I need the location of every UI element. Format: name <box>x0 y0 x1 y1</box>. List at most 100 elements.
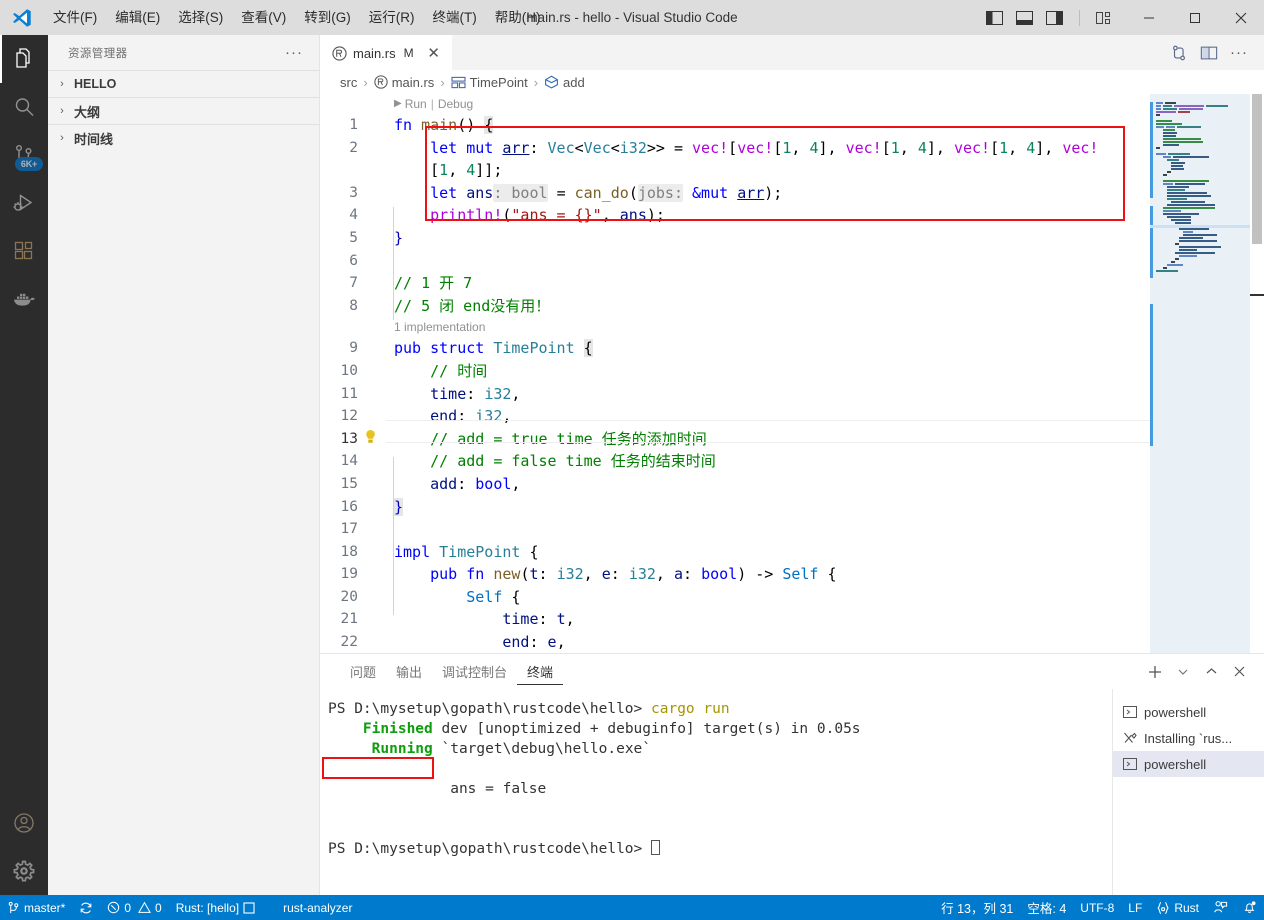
terminal-list-item-installing[interactable]: Installing `rus... <box>1113 725 1264 751</box>
codelens-debug-label[interactable]: Debug <box>438 94 473 115</box>
menu-terminal[interactable]: 终端(T) <box>424 5 486 31</box>
minimize-button[interactable] <box>1126 0 1172 35</box>
split-editor-icon[interactable] <box>1196 40 1222 66</box>
bell-dot-icon <box>1242 900 1257 915</box>
terminal-running-detail: `target\debug\hello.exe` <box>432 741 652 757</box>
line-number: 21 <box>340 611 358 628</box>
menu-help[interactable]: 帮助(H) <box>486 5 550 31</box>
toggle-panel-icon[interactable] <box>1013 9 1035 27</box>
editor-scrollbar[interactable] <box>1250 94 1264 653</box>
status-encoding[interactable]: UTF-8 <box>1073 895 1121 920</box>
menu-view[interactable]: 查看(V) <box>232 5 295 31</box>
code-line-15: 15 add: bool, <box>320 473 1264 496</box>
rust-file-icon <box>374 75 388 89</box>
terminal-line-prompt2: PS D:\mysetup\gopath\rustcode\hello> <box>328 839 1112 859</box>
activity-docker[interactable] <box>0 275 48 323</box>
status-bar: master* 0 0 Rust: [hello] rust-analyzer … <box>0 895 1264 920</box>
side-bar-more-icon[interactable]: ··· <box>277 44 311 61</box>
close-icon[interactable]: ✕ <box>426 44 442 62</box>
status-cursor-position[interactable]: 行 13，列 31 <box>934 895 1020 920</box>
status-sync[interactable] <box>72 895 100 920</box>
editor-scrollbar-thumb[interactable] <box>1252 94 1262 244</box>
status-error-count: 0 <box>124 900 132 915</box>
menu-selection[interactable]: 选择(S) <box>169 5 232 31</box>
status-eol[interactable]: LF <box>1121 895 1149 920</box>
panel-tab-terminal[interactable]: 终端 <box>517 659 564 685</box>
activity-settings[interactable] <box>0 847 48 895</box>
lightbulb-icon[interactable] <box>364 429 377 445</box>
codelens-implementations-label[interactable]: 1 implementation <box>394 316 485 339</box>
close-panel-icon[interactable] <box>1226 659 1252 685</box>
status-indentation[interactable]: 空格: 4 <box>1020 895 1073 920</box>
sidebar-section-hello[interactable]: › HELLO <box>48 70 319 97</box>
line-text: // 5 闭 end没有用！ <box>394 296 551 315</box>
menu-file[interactable]: 文件(F) <box>44 5 106 31</box>
status-language-mode[interactable]: Rust <box>1149 895 1206 920</box>
status-branch[interactable]: master* <box>0 895 72 920</box>
breadcrumb-separator: › <box>440 74 445 90</box>
breadcrumb-src[interactable]: src <box>340 75 357 90</box>
terminal-line-program-output: ans = false <box>322 757 1112 839</box>
code-line-18: 18 impl TimePoint { <box>320 541 1264 564</box>
code-line-6: 6 <box>320 250 1264 273</box>
more-actions-icon[interactable]: ··· <box>1226 40 1252 66</box>
menu-edit[interactable]: 编辑(E) <box>106 5 169 31</box>
activity-explorer[interactable] <box>0 35 48 83</box>
status-rust-project[interactable]: Rust: [hello] <box>169 895 262 920</box>
status-feedback[interactable] <box>1206 895 1235 920</box>
line-number: 4 <box>349 207 358 224</box>
status-warning-count: 0 <box>155 900 162 915</box>
codelens-run-debug[interactable]: ▶ Run | Debug <box>320 94 1264 114</box>
breadcrumb-src-label: src <box>340 74 358 90</box>
line-number: 6 <box>349 252 358 269</box>
maximize-button[interactable] <box>1172 0 1218 35</box>
menu-run[interactable]: 运行(R) <box>360 5 424 31</box>
sidebar-section-timeline[interactable]: › 时间线 <box>48 124 319 151</box>
breadcrumb-add[interactable]: add <box>544 75 585 90</box>
activity-accounts[interactable] <box>0 799 48 847</box>
terminal-list-item-powershell-1[interactable]: powershell <box>1113 699 1264 725</box>
menu-go[interactable]: 转到(G) <box>295 5 360 31</box>
activity-extensions[interactable] <box>0 227 48 275</box>
panel-tab-debug-console[interactable]: 调试控制台 <box>432 659 517 685</box>
status-notifications[interactable] <box>1235 895 1264 920</box>
status-problems[interactable]: 0 0 <box>100 895 168 920</box>
toggle-primary-sidebar-icon[interactable] <box>983 9 1005 27</box>
codelens-implementations[interactable]: 1 implementation <box>320 317 1264 337</box>
terminal-list-label: powershell <box>1144 756 1207 772</box>
codelens-run-label[interactable]: Run <box>405 94 427 115</box>
terminal-list-item-powershell-2[interactable]: powershell <box>1113 751 1264 777</box>
sidebar-section-outline[interactable]: › 大纲 <box>48 97 319 124</box>
source-control-graph-icon[interactable] <box>1166 40 1192 66</box>
activity-run-debug[interactable] <box>0 179 48 227</box>
panel-tab-problems[interactable]: 问题 <box>340 659 386 685</box>
status-rust-analyzer[interactable]: rust-analyzer <box>276 895 359 920</box>
minimap-slider[interactable] <box>1150 94 1250 653</box>
toggle-secondary-sidebar-icon[interactable] <box>1043 9 1065 27</box>
activity-search[interactable] <box>0 83 48 131</box>
tab-main-rs[interactable]: main.rs M ✕ <box>320 35 453 70</box>
sidebar-section-timeline-label: 时间线 <box>74 131 114 147</box>
line-number: 5 <box>349 229 358 246</box>
line-text: let mut arr: Vec<Vec<i32>> = vec![vec![1… <box>430 138 1099 157</box>
tools-icon <box>1123 731 1137 745</box>
activity-source-control[interactable]: 6K+ <box>0 131 48 179</box>
breadcrumb-main-rs[interactable]: main.rs <box>374 75 434 90</box>
line-number: 8 <box>349 297 358 314</box>
breadcrumb-timepoint[interactable]: TimePoint <box>451 75 528 90</box>
terminal-line-finished: Finished dev [unoptimized + debuginfo] t… <box>328 719 1112 739</box>
vscode-window: 文件(F) 编辑(E) 选择(S) 查看(V) 转到(G) 运行(R) 终端(T… <box>0 0 1264 920</box>
maximize-panel-icon[interactable] <box>1198 659 1224 685</box>
workbench: 6K+ 资源管理器 ··· › HELLO › 大纲 › 时间线 main.rs… <box>0 35 1264 895</box>
code-editor[interactable]: ▶ Run | Debug 1 fn main() { 2 let mut ar… <box>320 94 1264 653</box>
tab-modified-indicator: M <box>403 46 414 60</box>
tabs-empty-space <box>452 35 1154 70</box>
terminal-output[interactable]: PS D:\mysetup\gopath\rustcode\hello> car… <box>320 689 1112 895</box>
customize-layout-icon[interactable] <box>1094 9 1116 27</box>
new-terminal-button[interactable] <box>1142 659 1168 685</box>
terminal-profile-chevron-icon[interactable] <box>1170 659 1196 685</box>
close-button[interactable] <box>1218 0 1264 35</box>
rust-file-icon <box>332 45 347 61</box>
panel-tab-output[interactable]: 输出 <box>386 659 432 685</box>
code-content[interactable]: ▶ Run | Debug 1 fn main() { 2 let mut ar… <box>320 94 1264 653</box>
